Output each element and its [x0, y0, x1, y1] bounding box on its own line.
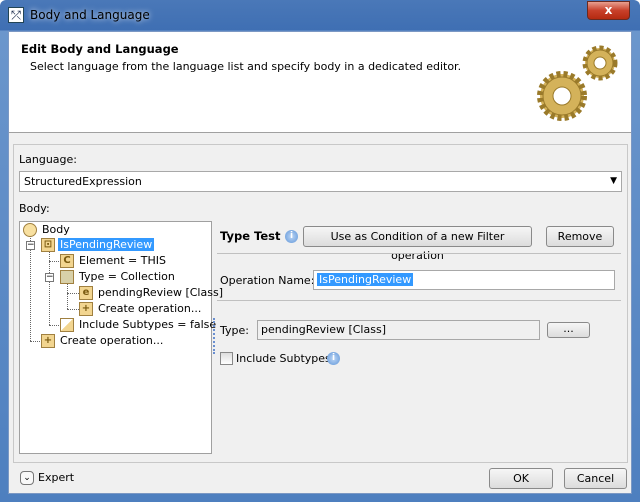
expert-toggle[interactable]: Expert	[38, 471, 74, 484]
browse-type-button[interactable]: ...	[547, 322, 590, 338]
operation-name-label: Operation Name:	[220, 274, 315, 287]
type-label: Type:	[220, 324, 249, 337]
language-value: StructuredExpression	[24, 175, 142, 188]
gears-icon	[537, 45, 618, 121]
tree-node-class[interactable]: e pendingReview [Class]	[79, 285, 223, 301]
include-subtypes-label: Include Subtypes	[236, 352, 331, 365]
collapse-icon[interactable]: −	[45, 273, 54, 282]
body-tree[interactable]: − − Body ⊡ IsPendingReview C Element = THI…	[19, 221, 223, 454]
operation-name-input[interactable]: IsPendingReview	[313, 270, 615, 290]
splitter-handle[interactable]	[213, 318, 215, 354]
header: Edit Body and Language Select language f…	[9, 32, 631, 133]
boolean-icon	[60, 318, 74, 332]
tree-node-operation[interactable]: ⊡ IsPendingReview	[41, 237, 155, 253]
collapse-icon[interactable]: −	[26, 241, 35, 250]
body-icon	[23, 223, 37, 237]
ok-button[interactable]: OK	[489, 468, 553, 489]
header-title: Edit Body and Language	[21, 42, 179, 56]
element-icon: e	[79, 286, 93, 300]
tree-node-body[interactable]: Body	[23, 222, 70, 238]
separator	[217, 300, 621, 301]
type-field: pendingReview [Class]	[257, 320, 540, 340]
tree-node-create-operation[interactable]: + Create operation...	[41, 333, 163, 349]
dialog-client: Edit Body and Language Select language f…	[8, 31, 632, 494]
tree-node-type[interactable]: Type = Collection	[60, 269, 175, 285]
remove-button[interactable]: Remove	[546, 226, 614, 247]
include-subtypes-checkbox[interactable]	[220, 352, 233, 365]
app-icon: ⤱	[8, 7, 24, 23]
use-as-condition-button[interactable]: Use as Condition of a new Filter operati…	[303, 226, 532, 262]
header-description: Select language from the language list a…	[30, 60, 462, 73]
collection-icon	[60, 270, 74, 284]
cancel-button[interactable]: Cancel	[564, 468, 627, 489]
tree-node-element[interactable]: C Element = THIS	[60, 253, 166, 269]
close-button[interactable]: x	[587, 1, 630, 20]
body-label: Body:	[19, 202, 50, 215]
language-combo[interactable]: StructuredExpression ▼	[19, 171, 622, 192]
tree-node-create-operation[interactable]: + Create operation...	[79, 301, 201, 317]
language-label: Language:	[19, 153, 77, 166]
window-title: Body and Language	[30, 8, 150, 22]
info-icon[interactable]: i	[285, 230, 298, 243]
info-icon[interactable]: i	[327, 352, 340, 365]
tree-node-include-subtypes[interactable]: Include Subtypes = false	[60, 317, 216, 333]
expand-expert-icon[interactable]: ⌄	[20, 471, 34, 485]
chevron-down-icon: ▼	[610, 176, 617, 186]
type-test-title: Type Test	[220, 229, 281, 243]
plus-icon: +	[79, 302, 93, 316]
separator	[217, 253, 621, 254]
type-test-icon: ⊡	[41, 238, 55, 252]
plus-icon: +	[41, 334, 55, 348]
title-bar: ⤱ Body and Language x	[0, 0, 640, 30]
class-icon: C	[60, 254, 74, 268]
